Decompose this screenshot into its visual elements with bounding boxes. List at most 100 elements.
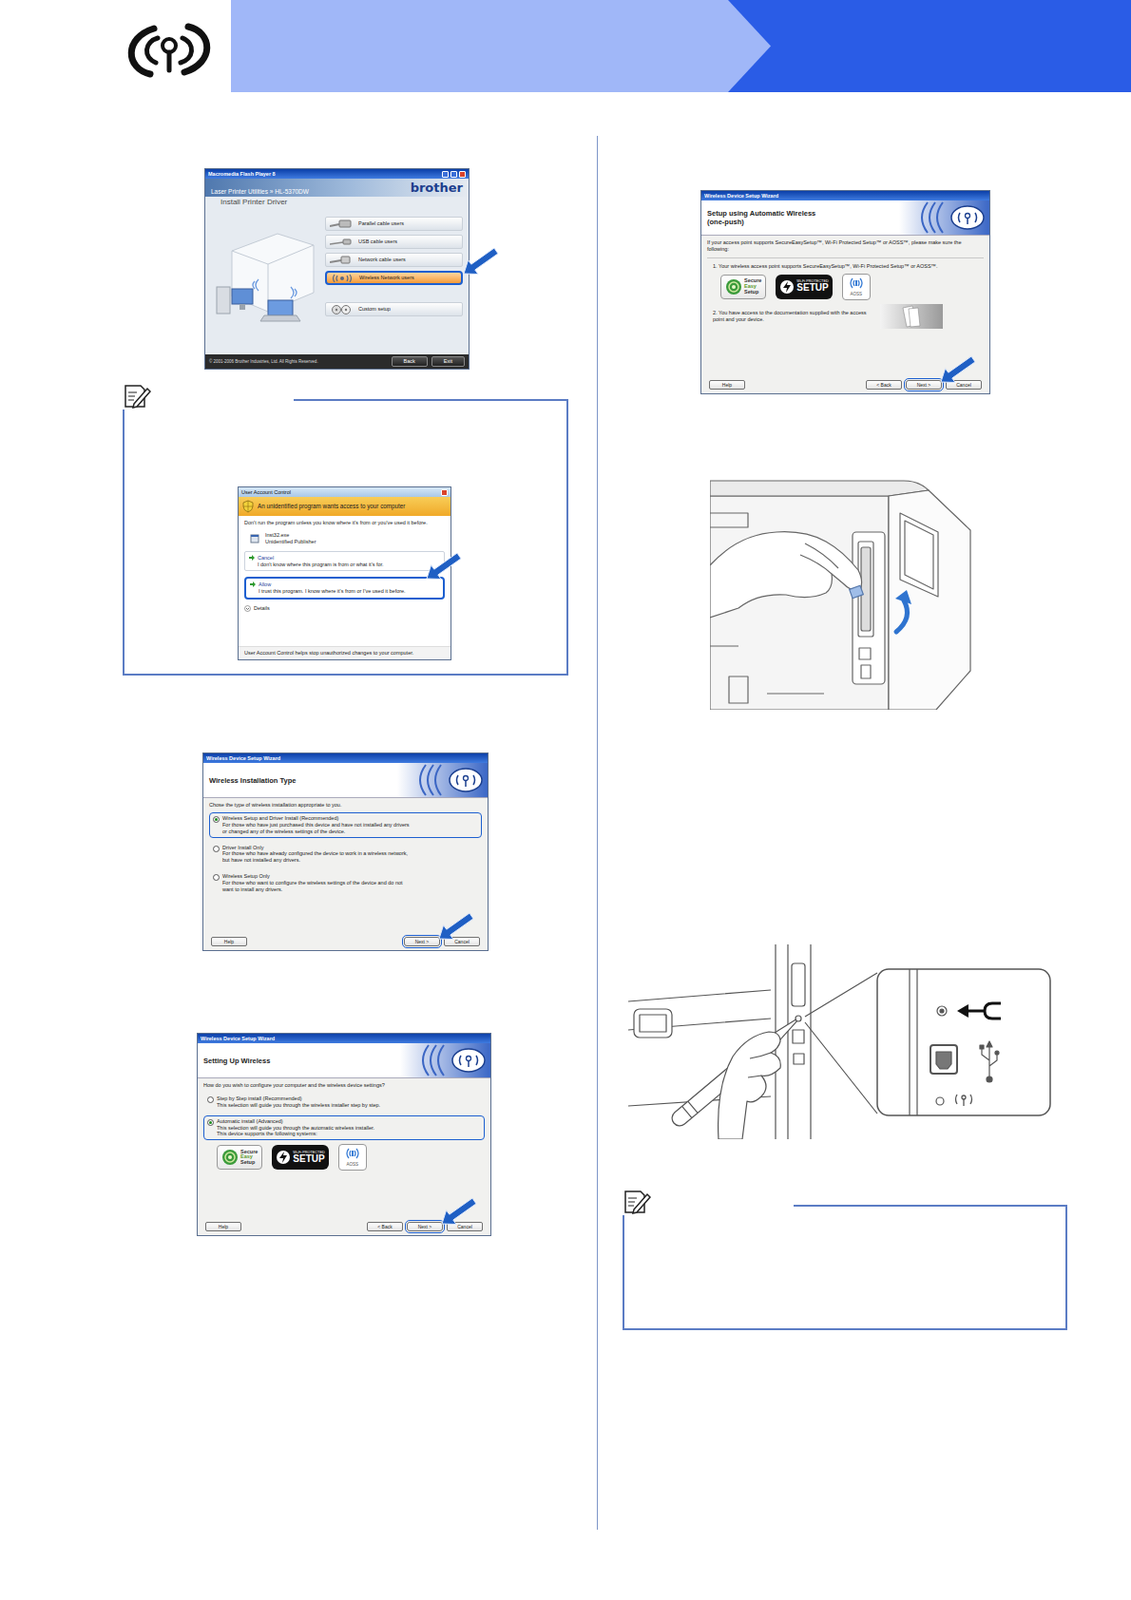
step-illustration (709, 475, 977, 714)
logo-line: SETUP (796, 283, 828, 294)
choice-text: AllowI trust this program. I know where … (258, 581, 406, 595)
step-screenshot: Wireless Device Setup WizardWireless Ins… (202, 752, 489, 952)
radio-button[interactable] (207, 1119, 214, 1127)
wizard-button[interactable]: Help (709, 380, 746, 390)
option-label[interactable]: Custom setup (358, 306, 391, 313)
radio-text: Automatic install (Advanced)This selecti… (216, 1118, 375, 1139)
install-option[interactable]: Custom setup (325, 302, 463, 317)
setup-wizard-window: Wireless Device Setup Wizard Setup using … (700, 190, 991, 395)
green-arrow-icon (249, 555, 255, 569)
supported-systems: SecureEasySetupWi-Fi PROTECTEDSETUPAOSS (707, 273, 984, 301)
wizard-button[interactable]: < Back (865, 380, 902, 390)
close-button[interactable] (440, 489, 448, 497)
radio-button[interactable] (212, 845, 220, 853)
choice-detail: I trust this program. I know where it's … (258, 588, 406, 595)
nav-button[interactable]: Exit (431, 356, 465, 367)
radio-button[interactable] (212, 874, 220, 882)
option-label[interactable]: Wireless Network users (359, 274, 415, 282)
shield-icon (242, 499, 254, 514)
step-screenshot: Wireless Device Setup Wizard Setting Up W… (196, 1033, 492, 1237)
wps-logo-icon (275, 1150, 291, 1166)
install-option[interactable]: Wireless Network users (325, 270, 463, 286)
logo-text: Wi-Fi PROTECTEDSETUP (292, 1150, 325, 1165)
page-body: Macromedia Flash Player 8Laser Printer U… (0, 92, 1131, 1531)
radio-label[interactable]: Driver Install Only (222, 844, 413, 852)
ses-logo-icon (725, 278, 743, 296)
documentation-picture (880, 304, 943, 329)
radio-button[interactable] (212, 816, 220, 824)
details-toggle[interactable]: Details (244, 605, 445, 613)
radio-label[interactable]: Wireless Setup and Driver Install (Recom… (222, 815, 413, 823)
requirement-item: 2. You have access to the documentation … (707, 304, 984, 329)
logo-line: AOSS (345, 1162, 359, 1169)
choice-text: CancelI don't know where this program is… (257, 555, 384, 569)
option-label[interactable]: Network cable users (358, 256, 406, 264)
logo-ses: SecureEasySetup (216, 1145, 263, 1170)
requirement-line: 1. Your wireless access point supports S… (712, 263, 984, 270)
wizard-heading: Setup using Automatic Wireless(one-push) (707, 209, 816, 227)
logo-ses: SecureEasySetup (720, 274, 767, 300)
wizard-button[interactable]: Help (210, 937, 248, 947)
option-label[interactable]: USB cable users (358, 238, 398, 246)
install-option[interactable]: Parallel cable users (325, 216, 463, 231)
window-title: Wireless Device Setup Wizard (704, 192, 987, 200)
radio-button[interactable] (207, 1096, 214, 1104)
choice-option[interactable]: CancelI don't know where this program is… (244, 551, 445, 573)
choice-label[interactable]: Cancel (257, 555, 384, 562)
note-box: User Account Control An unidentified prog… (122, 382, 569, 676)
radio-text: Wireless Setup OnlyFor those who want to… (222, 873, 413, 894)
window-title: User Account Control (241, 489, 440, 497)
parallel-cable-icon (329, 219, 353, 230)
wizard-button[interactable]: Next > (905, 380, 942, 390)
choice-option[interactable]: AllowI trust this program. I know where … (244, 576, 445, 600)
intro-text: If your access point supports SecureEasy… (707, 239, 984, 253)
aoss-logo-icon (344, 1147, 362, 1161)
dialog-body: Don't run the program unless you know wh… (238, 516, 451, 647)
step-screenshot: Macromedia Flash Player 8Laser Printer U… (204, 168, 470, 370)
radio-label[interactable]: Step by Step install (Recommended) (216, 1095, 381, 1103)
install-option[interactable]: USB cable users (325, 234, 463, 250)
wps-logo-icon (779, 279, 795, 295)
install-menu: Parallel cable users USB cable users Netwo… (205, 209, 469, 355)
close-button[interactable] (459, 171, 466, 178)
heading-line: Setting Up Wireless (203, 1056, 270, 1066)
option-label[interactable]: Parallel cable users (358, 220, 404, 228)
radio-option[interactable]: Wireless Setup and Driver Install (Recom… (209, 812, 482, 839)
wizard-button[interactable]: Next > (403, 937, 441, 947)
wizard-heading: Setting Up Wireless (203, 1056, 270, 1066)
wizard-button[interactable]: Next > (406, 1222, 443, 1232)
minimize-button[interactable] (441, 171, 449, 178)
title-bar: Wireless Device Setup Wizard (701, 191, 990, 201)
nav-button[interactable]: Back (391, 356, 428, 367)
wizard-button[interactable]: < Back (366, 1222, 403, 1232)
choice-detail: I don't know where this program is from … (257, 561, 384, 569)
option-list: Parallel cable users USB cable users Netwo… (325, 212, 463, 351)
setup-wizard-window: Wireless Device Setup WizardWireless Ins… (202, 752, 489, 952)
wizard-button[interactable]: Help (205, 1222, 242, 1232)
logo-line: AOSS (849, 291, 863, 298)
wireless-banner-icon (397, 763, 488, 798)
product-banner: Laser Printer Utilities » HL-5370DWbroth… (205, 178, 469, 197)
flash-player-window: Macromedia Flash Player 8Laser Printer U… (204, 168, 470, 370)
choice-label[interactable]: Allow (258, 581, 406, 589)
custom-cable-icon (329, 305, 353, 315)
logo-line: Setup (744, 289, 762, 296)
radio-text: Driver Install OnlyFor those who have al… (222, 844, 413, 865)
printer-wireless-button-illustration (628, 944, 1055, 1140)
radio-description: For those who have already configured th… (222, 850, 413, 864)
radio-option[interactable]: Automatic install (Advanced)This selecti… (203, 1115, 485, 1142)
radio-option[interactable]: Step by Step install (Recommended)This s… (203, 1092, 485, 1112)
warning-text: An unidentified program wants access to … (257, 502, 405, 511)
program-info: Inst32.exeUnidentified Publisher (244, 532, 445, 546)
radio-description: For those who have just purchased this d… (222, 822, 413, 836)
radio-description: For those who want to configure the wire… (222, 880, 413, 894)
maximize-button[interactable] (450, 171, 458, 178)
window-title: Wireless Device Setup Wizard (200, 1035, 488, 1043)
radio-option[interactable]: Wireless Setup OnlyFor those who want to… (209, 870, 482, 897)
radio-option[interactable]: Driver Install OnlyFor those who have al… (209, 842, 482, 868)
radio-label[interactable]: Automatic install (Advanced) (216, 1118, 375, 1126)
radio-label[interactable]: Wireless Setup Only (222, 873, 413, 881)
chevron-down-icon (244, 605, 251, 613)
install-option[interactable]: Network cable users (325, 252, 463, 268)
details-label[interactable]: Details (253, 605, 270, 613)
